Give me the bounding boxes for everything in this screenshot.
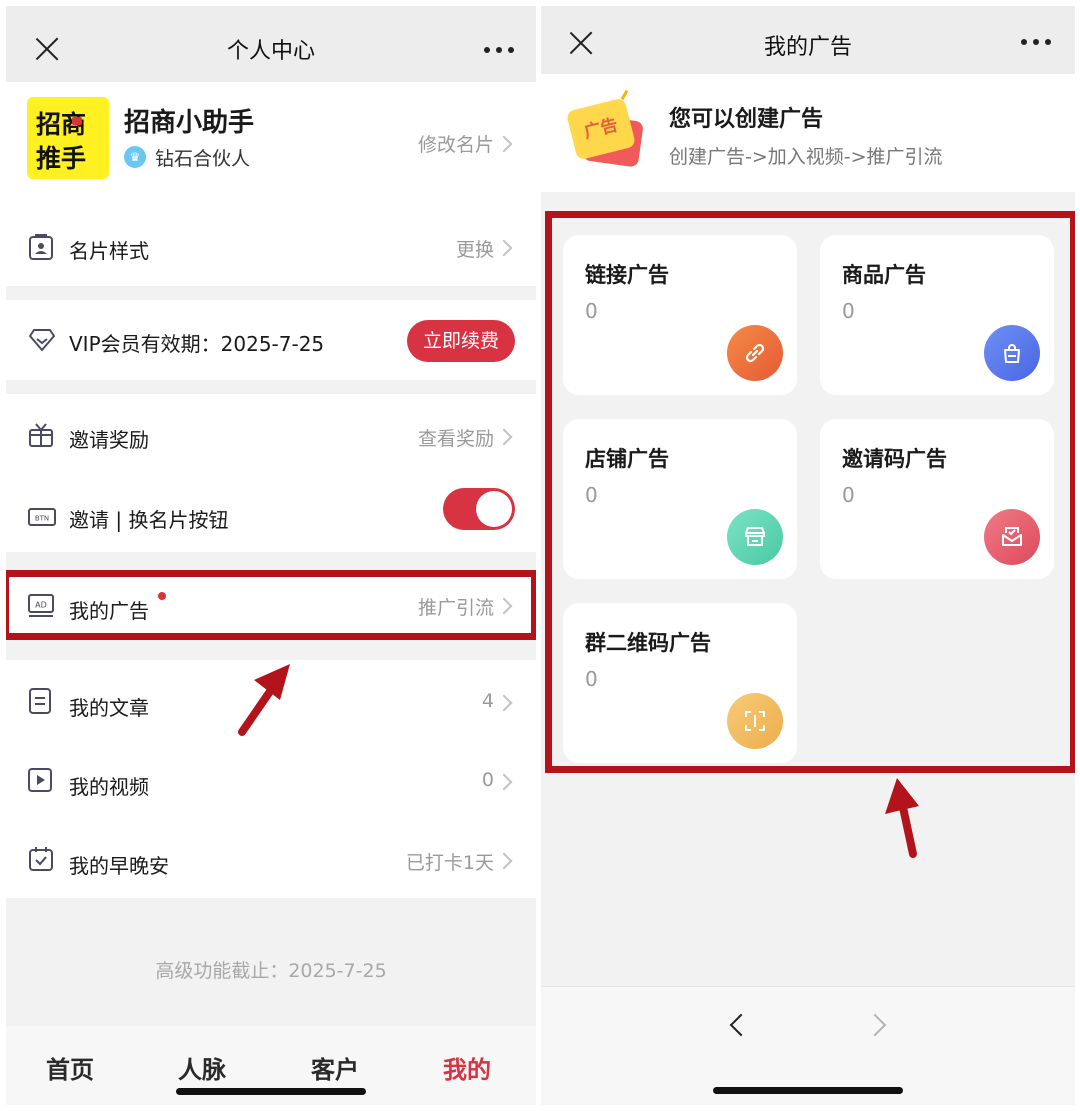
renew-button[interactable]: 立即续费 — [407, 320, 515, 362]
chevron-right-icon — [495, 428, 513, 446]
row-my-videos[interactable]: 我的视频 0 — [6, 740, 536, 820]
edit-card-link[interactable]: 修改名片 — [418, 130, 494, 157]
bottom-nav-bar — [541, 986, 1075, 1105]
crown-icon: ♛ — [124, 146, 146, 168]
member-level: 钻石合伙人 — [155, 148, 251, 170]
article-icon — [29, 688, 51, 714]
chevron-right-icon — [495, 773, 513, 791]
btn-icon: BTN — [28, 508, 56, 526]
home-indicator — [713, 1087, 903, 1094]
pointer-arrow-icon — [238, 664, 290, 736]
video-icon — [28, 768, 52, 792]
ad-illustration: 广告 — [565, 88, 655, 178]
tab-customers[interactable]: 客户 — [311, 1050, 359, 1085]
chevron-right-icon — [495, 852, 513, 870]
row-card-style[interactable]: 名片样式 更换 — [6, 208, 536, 286]
invite-button-toggle[interactable] — [443, 488, 515, 530]
vip-expiry: VIP会员有效期：2025-7-25 — [69, 332, 325, 356]
highlight-box — [6, 570, 536, 640]
card-style-icon — [29, 234, 53, 260]
home-indicator — [176, 1088, 366, 1095]
intro-banner: 广告 您可以创建广告 创建广告->加入视频->推广引流 — [541, 74, 1075, 192]
nav-header: 个人中心 — [6, 6, 536, 82]
my-ads-screen: 我的广告 广告 您可以创建广告 创建广告->加入视频->推广引流 链接广告 0 … — [541, 6, 1075, 1105]
calendar-check-icon — [29, 847, 53, 871]
diamond-icon — [29, 329, 55, 351]
page-title: 个人中心 — [226, 39, 315, 64]
chevron-right-icon — [495, 239, 513, 257]
profile-name: 招商小助手 — [124, 108, 255, 138]
row-label: 名片样式 — [69, 239, 149, 263]
profile-card[interactable]: 招商 推手 招商小助手 ♛ 钻石合伙人 修改名片 — [6, 82, 536, 208]
more-icon[interactable] — [484, 47, 514, 55]
app-logo: 招商 推手 — [27, 97, 109, 179]
page-title: 我的广告 — [763, 35, 852, 60]
row-label: 邀请 | 换名片按钮 — [69, 508, 229, 532]
svg-text:BTN: BTN — [35, 515, 49, 523]
row-my-checkin[interactable]: 我的早晚安 已打卡1天 — [6, 820, 536, 898]
forward-arrow-icon[interactable] — [863, 1013, 887, 1037]
invite-section: 邀请奖励 查看奖励 BTN 邀请 | 换名片按钮 — [6, 394, 536, 552]
bottom-tabbar: 首页 人脉 客户 我的 — [6, 1026, 536, 1105]
chevron-right-icon — [495, 694, 513, 712]
view-reward-link[interactable]: 查看奖励 — [418, 424, 494, 451]
highlight-box — [545, 211, 1075, 773]
expiry-note: 高级功能截止：2025-7-25 — [155, 960, 387, 982]
intro-title: 您可以创建广告 — [669, 107, 824, 132]
chevron-right-icon — [495, 135, 513, 153]
row-label: 邀请奖励 — [69, 428, 149, 452]
tab-mine[interactable]: 我的 — [443, 1050, 491, 1085]
personal-center-screen: 个人中心 招商 推手 招商小助手 ♛ 钻石合伙人 修改名片 名片样式 更换 VI… — [6, 6, 536, 1105]
nav-header: 我的广告 — [541, 6, 1075, 74]
tab-contacts[interactable]: 人脉 — [178, 1050, 226, 1085]
pointer-arrow-icon — [885, 778, 919, 858]
gift-icon — [29, 423, 53, 447]
tab-home[interactable]: 首页 — [46, 1050, 94, 1085]
row-value: 更换 — [455, 239, 494, 261]
back-arrow-icon[interactable] — [729, 1013, 753, 1037]
row-vip: VIP会员有效期：2025-7-25 立即续费 — [6, 300, 536, 380]
more-icon[interactable] — [1021, 39, 1051, 47]
intro-subtitle: 创建广告->加入视频->推广引流 — [669, 146, 943, 168]
